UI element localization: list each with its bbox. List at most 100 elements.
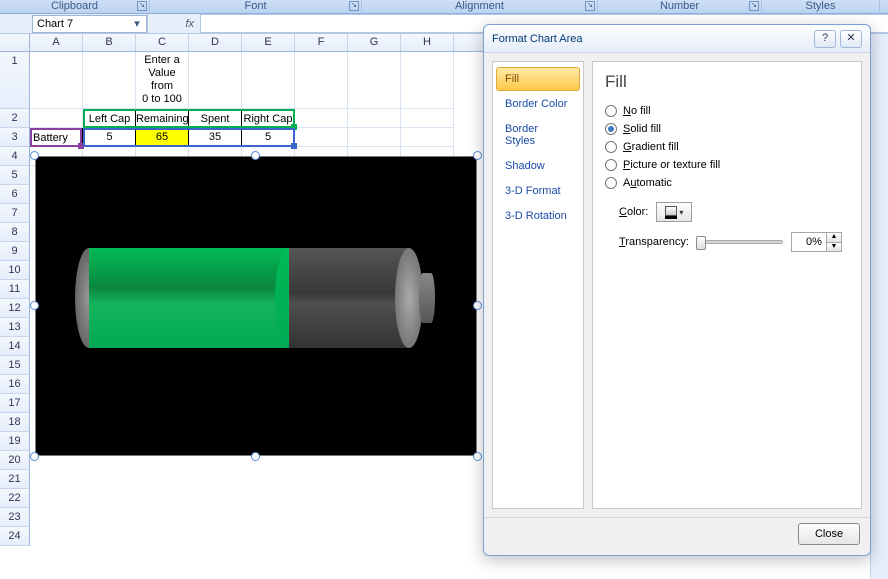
cell-B1[interactable] bbox=[83, 52, 136, 109]
row-17[interactable]: 17 bbox=[0, 394, 30, 413]
dialog-launcher-icon[interactable]: ↘ bbox=[137, 1, 147, 11]
option-automatic[interactable]: Automatic bbox=[605, 174, 849, 192]
col-E[interactable]: E bbox=[242, 34, 295, 51]
row-9[interactable]: 9 bbox=[0, 242, 30, 261]
option-picture-fill[interactable]: Picture or texture fill bbox=[605, 156, 849, 174]
color-picker-button[interactable]: ▾ bbox=[656, 202, 692, 222]
option-gradient-fill[interactable]: Gradient fill bbox=[605, 138, 849, 156]
transparency-label: Transparency: bbox=[619, 236, 689, 248]
chart-object[interactable] bbox=[35, 156, 477, 456]
name-box[interactable]: Chart 7 ▾ bbox=[32, 15, 147, 33]
cell-E1[interactable] bbox=[242, 52, 295, 109]
row-18[interactable]: 18 bbox=[0, 413, 30, 432]
nav-fill[interactable]: Fill bbox=[496, 67, 580, 91]
row-12[interactable]: 12 bbox=[0, 299, 30, 318]
row-5[interactable]: 5 bbox=[0, 166, 30, 185]
option-solid-fill[interactable]: Solid fill bbox=[605, 120, 849, 138]
cell-B2[interactable]: Left Cap bbox=[83, 109, 136, 128]
nav-3d-rotation[interactable]: 3-D Rotation bbox=[496, 204, 580, 228]
row-3[interactable]: 3 bbox=[0, 128, 30, 147]
dialog-launcher-icon[interactable]: ↘ bbox=[749, 1, 759, 11]
col-H[interactable]: H bbox=[401, 34, 454, 51]
cell-G2[interactable] bbox=[348, 109, 401, 128]
fx-label[interactable]: fx bbox=[148, 14, 200, 33]
cell-A2[interactable] bbox=[30, 109, 83, 128]
dialog-launcher-icon[interactable]: ↘ bbox=[349, 1, 359, 11]
resize-handle-nw[interactable] bbox=[30, 151, 39, 160]
row-8[interactable]: 8 bbox=[0, 223, 30, 242]
cell-G3[interactable] bbox=[348, 128, 401, 147]
row-11[interactable]: 11 bbox=[0, 280, 30, 299]
cell-A1[interactable] bbox=[30, 52, 83, 109]
cell-H3[interactable] bbox=[401, 128, 454, 147]
spin-down-icon[interactable]: ▼ bbox=[826, 242, 841, 251]
cell-H2[interactable] bbox=[401, 109, 454, 128]
cell-A3[interactable]: Battery bbox=[30, 128, 83, 147]
row-21[interactable]: 21 bbox=[0, 470, 30, 489]
row-22[interactable]: 22 bbox=[0, 489, 30, 508]
row-10[interactable]: 10 bbox=[0, 261, 30, 280]
row-13[interactable]: 13 bbox=[0, 318, 30, 337]
close-icon[interactable]: ✕ bbox=[840, 30, 862, 48]
transparency-slider[interactable] bbox=[697, 240, 783, 244]
option-no-fill[interactable]: No fill bbox=[605, 102, 849, 120]
col-D[interactable]: D bbox=[189, 34, 242, 51]
resize-handle-s[interactable] bbox=[251, 452, 260, 461]
nav-border-styles[interactable]: Border Styles bbox=[496, 117, 580, 153]
dialog-titlebar[interactable]: Format Chart Area ? ✕ bbox=[484, 25, 870, 53]
row-15[interactable]: 15 bbox=[0, 356, 30, 375]
col-G[interactable]: G bbox=[348, 34, 401, 51]
cell-F3[interactable] bbox=[295, 128, 348, 147]
close-button[interactable]: Close bbox=[798, 523, 860, 545]
nav-border-color[interactable]: Border Color bbox=[496, 92, 580, 116]
transparency-input[interactable] bbox=[792, 233, 826, 251]
resize-handle-sw[interactable] bbox=[30, 452, 39, 461]
resize-handle-e[interactable] bbox=[473, 301, 482, 310]
cell-D3[interactable]: 35 bbox=[189, 128, 242, 147]
cell-E2[interactable]: Right Cap bbox=[242, 109, 295, 128]
cell-E3[interactable]: 5 bbox=[242, 128, 295, 147]
ribbon-group-styles: Styles bbox=[762, 0, 880, 14]
row-7[interactable]: 7 bbox=[0, 204, 30, 223]
help-button[interactable]: ? bbox=[814, 30, 836, 48]
cell-C2[interactable]: Remaining bbox=[136, 109, 189, 128]
cell-F1[interactable] bbox=[295, 52, 348, 109]
cell-H1[interactable] bbox=[401, 52, 454, 109]
scrollbar-vertical[interactable] bbox=[870, 34, 888, 579]
col-F[interactable]: F bbox=[295, 34, 348, 51]
row-19[interactable]: 19 bbox=[0, 432, 30, 451]
col-C[interactable]: C bbox=[136, 34, 189, 51]
select-all-corner[interactable] bbox=[0, 34, 30, 51]
row-23[interactable]: 23 bbox=[0, 508, 30, 527]
col-A[interactable]: A bbox=[30, 34, 83, 51]
spin-up-icon[interactable]: ▲ bbox=[826, 233, 841, 242]
col-B[interactable]: B bbox=[83, 34, 136, 51]
row-2[interactable]: 2 bbox=[0, 109, 30, 128]
row-4[interactable]: 4 bbox=[0, 147, 30, 166]
resize-handle-n[interactable] bbox=[251, 151, 260, 160]
row-14[interactable]: 14 bbox=[0, 337, 30, 356]
chart-area[interactable] bbox=[35, 156, 477, 456]
option-automatic-label: Automatic bbox=[623, 177, 672, 189]
cell-C3[interactable]: 65 bbox=[136, 128, 189, 147]
resize-handle-se[interactable] bbox=[473, 452, 482, 461]
row-16[interactable]: 16 bbox=[0, 375, 30, 394]
row-6[interactable]: 6 bbox=[0, 185, 30, 204]
cell-G1[interactable] bbox=[348, 52, 401, 109]
row-1[interactable]: 1 bbox=[0, 52, 30, 109]
row-24[interactable]: 24 bbox=[0, 527, 30, 546]
dialog-launcher-icon[interactable]: ↘ bbox=[585, 1, 595, 11]
slider-thumb[interactable] bbox=[696, 236, 706, 250]
resize-handle-ne[interactable] bbox=[473, 151, 482, 160]
cell-F2[interactable] bbox=[295, 109, 348, 128]
nav-shadow[interactable]: Shadow bbox=[496, 154, 580, 178]
nav-3d-format[interactable]: 3-D Format bbox=[496, 179, 580, 203]
row-20[interactable]: 20 bbox=[0, 451, 30, 470]
cell-C1[interactable]: Enter a Value from 0 to 100 bbox=[136, 52, 189, 109]
cell-D1[interactable] bbox=[189, 52, 242, 109]
cell-D2[interactable]: Spent bbox=[189, 109, 242, 128]
chevron-down-icon[interactable]: ▾ bbox=[132, 17, 142, 30]
resize-handle-w[interactable] bbox=[30, 301, 39, 310]
transparency-spinner[interactable]: ▲▼ bbox=[791, 232, 842, 252]
cell-B3[interactable]: 5 bbox=[83, 128, 136, 147]
